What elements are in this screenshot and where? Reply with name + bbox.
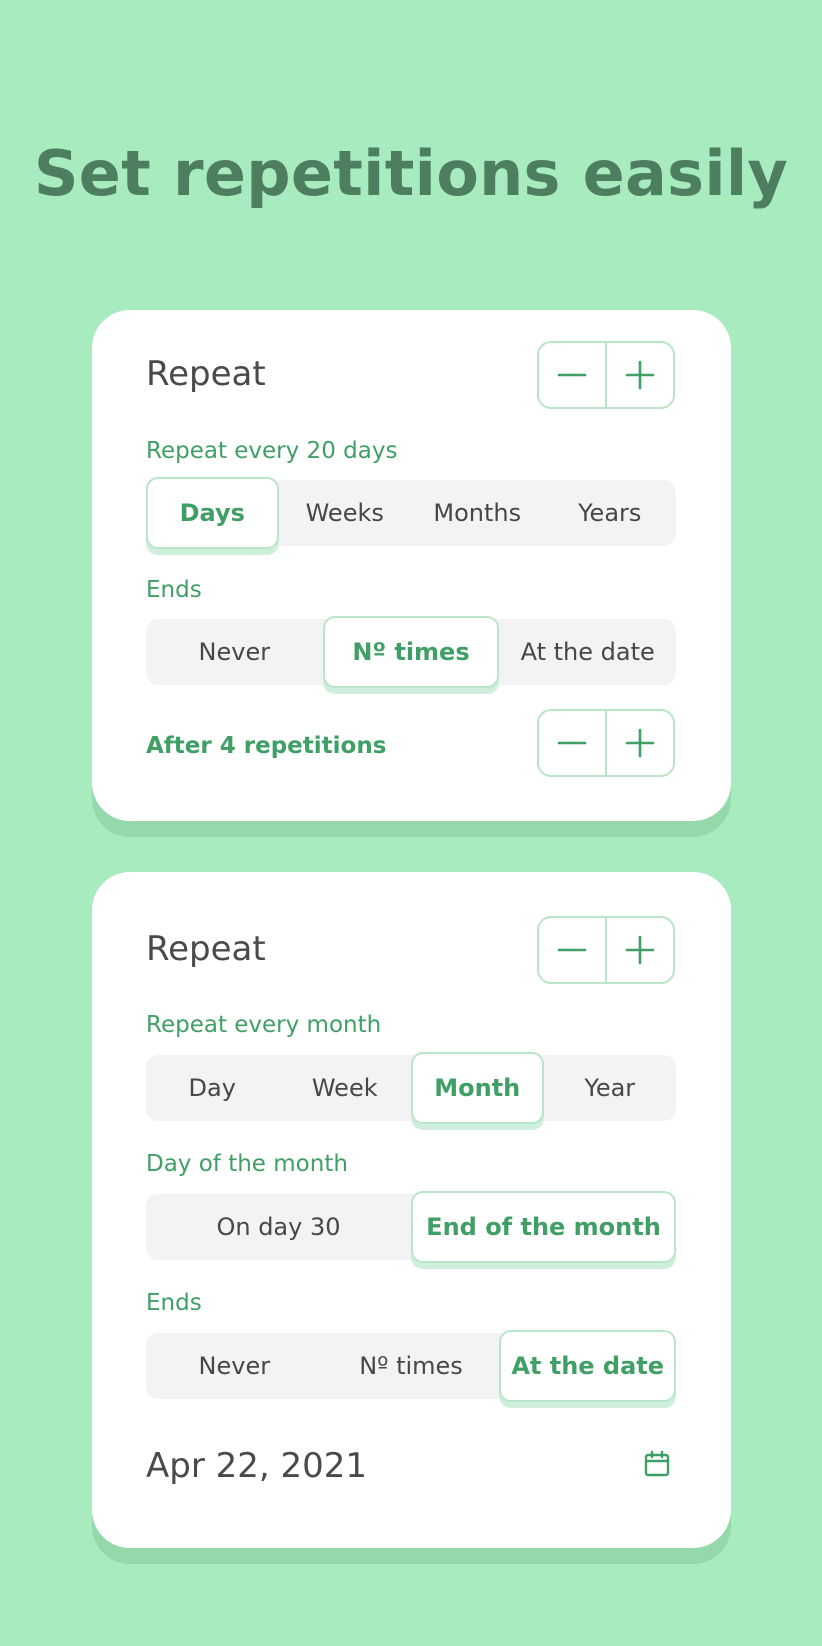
ends-label: Ends	[146, 1290, 202, 1316]
segment-at-the-date[interactable]: At the date	[499, 1330, 676, 1402]
after-repetitions-label: After 4 repetitions	[146, 733, 387, 759]
increment-button[interactable]	[605, 711, 673, 775]
card-title: Repeat	[146, 929, 266, 969]
repeat-unit-selector: Days Weeks Months Years	[146, 477, 677, 549]
ends-selector: Never Nº times At the date	[146, 1330, 676, 1402]
day-of-month-selector: On day 30 End of the month	[146, 1191, 676, 1263]
segment-n-times[interactable]: Nº times	[323, 1333, 500, 1399]
segment-never[interactable]: Never	[146, 619, 323, 685]
minus-icon	[557, 728, 587, 758]
decrement-button[interactable]	[539, 918, 605, 982]
segment-never[interactable]: Never	[146, 1333, 323, 1399]
ends-selector: Never Nº times At the date	[146, 616, 676, 688]
segment-weeks[interactable]: Weeks	[279, 480, 412, 546]
segment-week[interactable]: Week	[279, 1055, 412, 1121]
repeat-unit-selector: Day Week Month Year	[146, 1052, 677, 1124]
repeat-card-days: Repeat Repeat every 20 days Days Weeks M…	[92, 310, 731, 821]
segment-at-the-date[interactable]: At the date	[499, 619, 676, 685]
repeat-stepper	[537, 341, 675, 409]
minus-icon	[557, 360, 587, 390]
repetitions-stepper	[537, 709, 675, 777]
repeat-every-label: Repeat every month	[146, 1012, 382, 1038]
card-title: Repeat	[146, 354, 266, 394]
plus-icon	[625, 360, 655, 390]
increment-button[interactable]	[605, 343, 673, 407]
decrement-button[interactable]	[539, 343, 605, 407]
segment-days[interactable]: Days	[146, 477, 279, 549]
plus-icon	[625, 728, 655, 758]
segment-years[interactable]: Years	[544, 480, 677, 546]
day-of-month-label: Day of the month	[146, 1151, 348, 1177]
segment-month[interactable]: Month	[411, 1052, 544, 1124]
repeat-stepper	[537, 916, 675, 984]
segment-on-day-30[interactable]: On day 30	[146, 1194, 411, 1260]
page-headline: Set repetitions easily	[33, 137, 789, 210]
decrement-button[interactable]	[539, 711, 605, 775]
minus-icon	[557, 935, 587, 965]
segment-n-times[interactable]: Nº times	[322, 616, 500, 688]
segment-year[interactable]: Year	[544, 1055, 677, 1121]
calendar-icon[interactable]	[643, 1450, 671, 1482]
repeat-card-month: Repeat Repeat every month Day Week Month…	[92, 872, 731, 1548]
segment-day[interactable]: Day	[146, 1055, 279, 1121]
segment-end-of-month[interactable]: End of the month	[411, 1191, 676, 1263]
ends-label: Ends	[146, 577, 202, 603]
plus-icon	[625, 935, 655, 965]
repeat-every-label: Repeat every 20 days	[146, 438, 398, 464]
end-date-value[interactable]: Apr 22, 2021	[146, 1446, 367, 1486]
increment-button[interactable]	[605, 918, 673, 982]
segment-months[interactable]: Months	[411, 480, 544, 546]
